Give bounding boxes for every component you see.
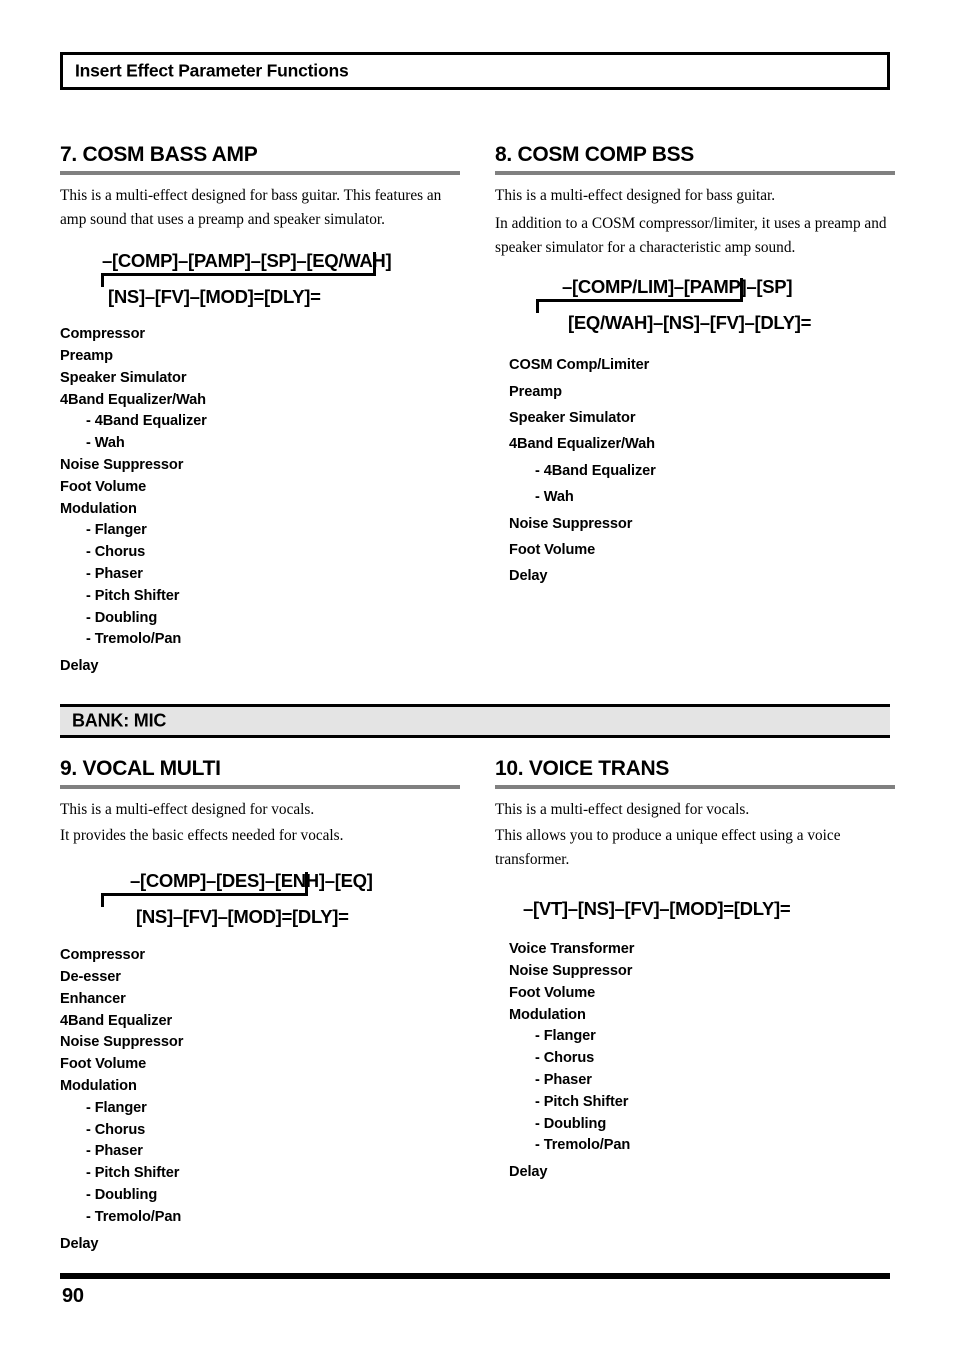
list-item: - Phaser — [86, 1143, 143, 1160]
section-8: 8. COSM COMP BSS This is a multi-effect … — [495, 143, 895, 590]
list-item: Modulation — [60, 1077, 137, 1094]
list-item: - Phaser — [535, 1071, 592, 1088]
list-item: Speaker Simulator — [509, 409, 636, 426]
signal-chain-diagram: –[COMP]–[PAMP]–[SP]–[EQ/WAH] [NS]–[FV]–[… — [60, 250, 460, 308]
list-item: - 4Band Equalizer — [86, 413, 207, 430]
chain-line-1: –[COMP/LIM]–[PAMP]–[SP] — [562, 276, 793, 298]
list-item: - Chorus — [86, 544, 146, 561]
section-title: 8. COSM COMP BSS — [495, 143, 695, 166]
list-item: - Doubling — [86, 609, 158, 626]
list-item: - Chorus — [535, 1050, 595, 1067]
section-title: 7. COSM BASS AMP — [60, 143, 258, 166]
page-number: 90 — [62, 1285, 84, 1307]
parameter-list: Voice Transformer Noise Suppressor Foot … — [495, 939, 895, 1184]
list-item: Foot Volume — [60, 1056, 147, 1073]
chain-line-2: [NS]–[FV]–[MOD]=[DLY]= — [136, 906, 349, 928]
list-item: - Tremolo/Pan — [86, 1208, 182, 1225]
list-item: COSM Comp/Limiter — [509, 357, 650, 374]
list-item: Noise Suppressor — [509, 962, 633, 979]
list-item: Preamp — [60, 347, 113, 364]
list-item: - Doubling — [86, 1186, 158, 1203]
list-item: - Tremolo/Pan — [86, 631, 182, 648]
section-title: 10. VOICE TRANS — [495, 757, 670, 780]
signal-chain-diagram: –[COMP/LIM]–[PAMP]–[SP] [EQ/WAH]–[NS]–[F… — [495, 276, 895, 334]
bank-banner: BANK: MIC — [60, 704, 890, 738]
chain-line-single: –[VT]–[NS]–[FV]–[MOD]=[DLY]= — [523, 898, 791, 920]
list-item: - Pitch Shifter — [535, 1093, 629, 1110]
section-title: 9. VOCAL MULTI — [60, 757, 221, 780]
signal-chain-diagram: –[VT]–[NS]–[FV]–[MOD]=[DLY]= — [495, 898, 895, 920]
list-item: Delay — [509, 568, 548, 585]
list-item: Voice Transformer — [509, 941, 635, 958]
list-item: Preamp — [509, 383, 562, 400]
parameter-list: Compressor Preamp Speaker Simulator 4Ban… — [60, 324, 460, 678]
section-rule — [495, 785, 895, 790]
parameter-list: Compressor De-esser Enhancer 4Band Equal… — [60, 945, 460, 1255]
list-item: 4Band Equalizer/Wah — [60, 391, 206, 408]
section-description-line: This is a multi-effect designed for bass… — [60, 187, 442, 229]
list-item: - Flanger — [86, 522, 147, 539]
list-item: Delay — [509, 1164, 548, 1181]
list-item: Noise Suppressor — [60, 1034, 184, 1051]
list-item: - Chorus — [86, 1121, 146, 1138]
section-description-line: This allows you to produce a unique effe… — [495, 827, 841, 869]
list-item: Foot Volume — [60, 478, 147, 495]
chain-line-1: –[COMP]–[DES]–[ENH]–[EQ] — [130, 870, 373, 892]
section-description-line: This is a multi-effect designed for voca… — [495, 801, 750, 819]
list-item: Modulation — [60, 500, 137, 517]
bank-banner-label: BANK: MIC — [72, 710, 167, 731]
section-description-line: This is a multi-effect designed for voca… — [60, 801, 315, 819]
section-description-line: It provides the basic effects needed for… — [60, 827, 344, 845]
section-10: 10. VOICE TRANS This is a multi-effect d… — [495, 757, 895, 1184]
list-item: Foot Volume — [509, 984, 596, 1001]
list-item: 4Band Equalizer/Wah — [509, 436, 655, 453]
list-item: - Tremolo/Pan — [535, 1137, 631, 1154]
section-7: 7. COSM BASS AMP This is a multi-effect … — [60, 143, 460, 678]
chain-connector-up — [101, 273, 104, 288]
chain-connector-horizontal — [101, 273, 376, 277]
manual-page: Insert Effect Parameter Functions 7. COS… — [0, 0, 954, 1351]
list-item: Noise Suppressor — [60, 456, 184, 473]
list-item: - Pitch Shifter — [86, 1165, 180, 1182]
section-rule — [60, 171, 460, 176]
chain-line-2: [EQ/WAH]–[NS]–[FV]–[DLY]= — [568, 312, 812, 334]
list-item: - Wah — [535, 489, 574, 506]
chain-connector-horizontal — [536, 299, 743, 303]
parameter-list: COSM Comp/Limiter Preamp Speaker Simulat… — [495, 352, 895, 590]
list-item: Compressor — [60, 326, 145, 343]
list-item: Modulation — [509, 1006, 586, 1023]
running-header-title: Insert Effect Parameter Functions — [75, 60, 349, 81]
chain-connector-up — [536, 299, 539, 314]
list-item: - 4Band Equalizer — [535, 462, 656, 479]
section-rule — [495, 171, 895, 176]
list-item: - Wah — [86, 435, 125, 452]
list-item: Delay — [60, 658, 99, 675]
list-item: - Pitch Shifter — [86, 587, 180, 604]
chain-connector-horizontal — [101, 893, 308, 897]
list-item: Enhancer — [60, 990, 126, 1007]
section-description-line: This is a multi-effect designed for bass… — [495, 187, 776, 205]
signal-chain-diagram: –[COMP]–[DES]–[ENH]–[EQ] [NS]–[FV]–[MOD]… — [60, 870, 460, 928]
list-item: De-esser — [60, 968, 121, 985]
section-rule — [60, 785, 460, 790]
section-description-line: In addition to a COSM compressor/limiter… — [495, 215, 887, 257]
chain-line-1: –[COMP]–[PAMP]–[SP]–[EQ/WAH] — [102, 250, 392, 272]
chain-line-2: [NS]–[FV]–[MOD]=[DLY]= — [108, 286, 321, 308]
list-item: 4Band Equalizer — [60, 1012, 173, 1029]
list-item: Compressor — [60, 947, 145, 964]
list-item: - Flanger — [86, 1099, 147, 1116]
list-item: Noise Suppressor — [509, 515, 633, 532]
list-item: - Flanger — [535, 1028, 596, 1045]
list-item: - Doubling — [535, 1115, 607, 1132]
chain-connector-up — [101, 893, 104, 908]
section-9: 9. VOCAL MULTI This is a multi-effect de… — [60, 757, 460, 1255]
list-item: Foot Volume — [509, 541, 596, 558]
running-header: Insert Effect Parameter Functions — [60, 52, 890, 90]
list-item: Speaker Simulator — [60, 369, 187, 386]
list-item: Delay — [60, 1235, 99, 1252]
footer-rule — [60, 1273, 890, 1279]
list-item: - Phaser — [86, 565, 143, 582]
